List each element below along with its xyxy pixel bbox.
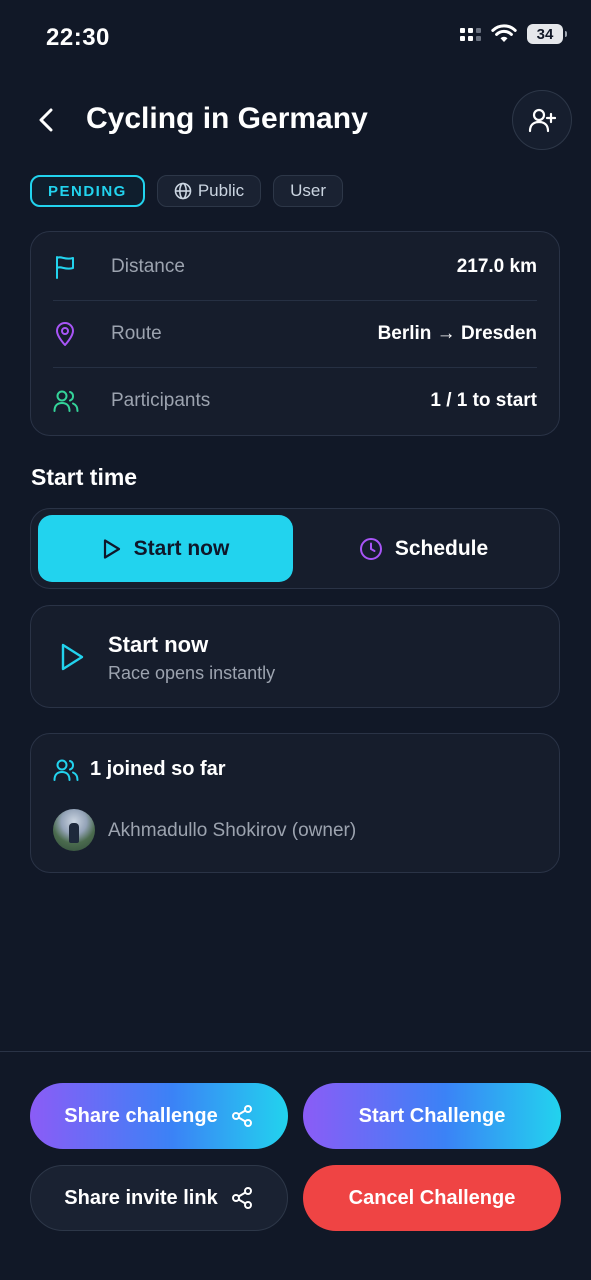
tag-row: PENDING Public User: [30, 175, 344, 207]
start-time-heading: Start time: [31, 464, 138, 490]
cancel-challenge-label: Cancel Challenge: [348, 1186, 516, 1209]
type-badge: User: [273, 175, 344, 207]
bottom-action-bar: Share challenge Start Challenge Share in…: [0, 1051, 591, 1280]
cellular-signal-icon: [460, 27, 481, 41]
participants-card: 1 joined so far Akhmadullo Shokirov (own…: [30, 733, 560, 873]
share-challenge-label: Share challenge: [64, 1104, 218, 1127]
users-icon: [53, 390, 79, 412]
start-now-option[interactable]: Start now: [38, 515, 293, 582]
distance-row: Distance 217.0 km: [53, 233, 537, 300]
chevron-left-icon: [39, 108, 53, 132]
back-button[interactable]: [30, 104, 62, 136]
user-plus-icon: [528, 108, 556, 133]
avatar: [53, 809, 95, 851]
battery-icon: 34: [527, 24, 567, 44]
share-invite-label: Share invite link: [64, 1186, 218, 1209]
clock-icon: [359, 537, 382, 560]
status-badge: PENDING: [30, 175, 145, 207]
share-icon: [231, 1105, 252, 1127]
route-row: Route Berlin → Dresden: [53, 300, 537, 367]
schedule-option-label: Schedule: [394, 536, 489, 560]
map-pin-icon: [56, 322, 74, 346]
start-mode-title: Start now: [108, 632, 209, 657]
users-icon: [53, 759, 79, 781]
status-icons: 34: [460, 24, 567, 44]
joined-count: 1 joined so far: [90, 758, 226, 780]
globe-icon: [174, 182, 192, 200]
participants-value: 1 / 1 to start: [430, 390, 537, 411]
participants-label: Participants: [111, 390, 211, 411]
start-challenge-button[interactable]: Start Challenge: [303, 1083, 561, 1149]
cancel-challenge-button[interactable]: Cancel Challenge: [303, 1165, 561, 1231]
status-time: 22:30: [46, 24, 110, 51]
play-icon: [103, 538, 120, 559]
distance-value: 217.0 km: [456, 255, 537, 277]
play-icon: [61, 643, 84, 671]
flag-icon: [56, 255, 74, 279]
route-value: Berlin → Dresden: [377, 323, 537, 344]
start-mode-card: Start now Race opens instantly: [30, 605, 560, 708]
start-now-option-label: Start now: [133, 536, 230, 560]
start-time-toggle: Start now Schedule: [30, 508, 560, 589]
start-challenge-label: Start Challenge: [358, 1104, 506, 1127]
status-badge-label: PENDING: [48, 182, 127, 200]
page-title: Cycling in Germany: [86, 102, 368, 135]
visibility-label: Public: [197, 181, 245, 200]
type-label: User: [290, 181, 327, 200]
member-name: Akhmadullo Shokirov (owner): [108, 820, 357, 841]
share-icon: [231, 1187, 252, 1209]
share-invite-link-button[interactable]: Share invite link: [30, 1165, 288, 1231]
status-bar: 22:30 34: [0, 0, 591, 76]
start-mode-subtitle: Race opens instantly: [108, 663, 276, 683]
visibility-badge: Public: [156, 175, 262, 207]
challenge-info-card: Distance 217.0 km Route Berlin → Dresden…: [30, 231, 560, 436]
invite-user-button[interactable]: [512, 90, 572, 150]
wifi-icon: [491, 24, 517, 42]
distance-label: Distance: [111, 255, 185, 277]
route-label: Route: [111, 323, 162, 344]
header: Cycling in Germany: [0, 86, 591, 154]
schedule-option[interactable]: Schedule: [296, 515, 551, 582]
participants-row: Participants 1 / 1 to start: [53, 367, 537, 434]
share-challenge-button[interactable]: Share challenge: [30, 1083, 288, 1149]
